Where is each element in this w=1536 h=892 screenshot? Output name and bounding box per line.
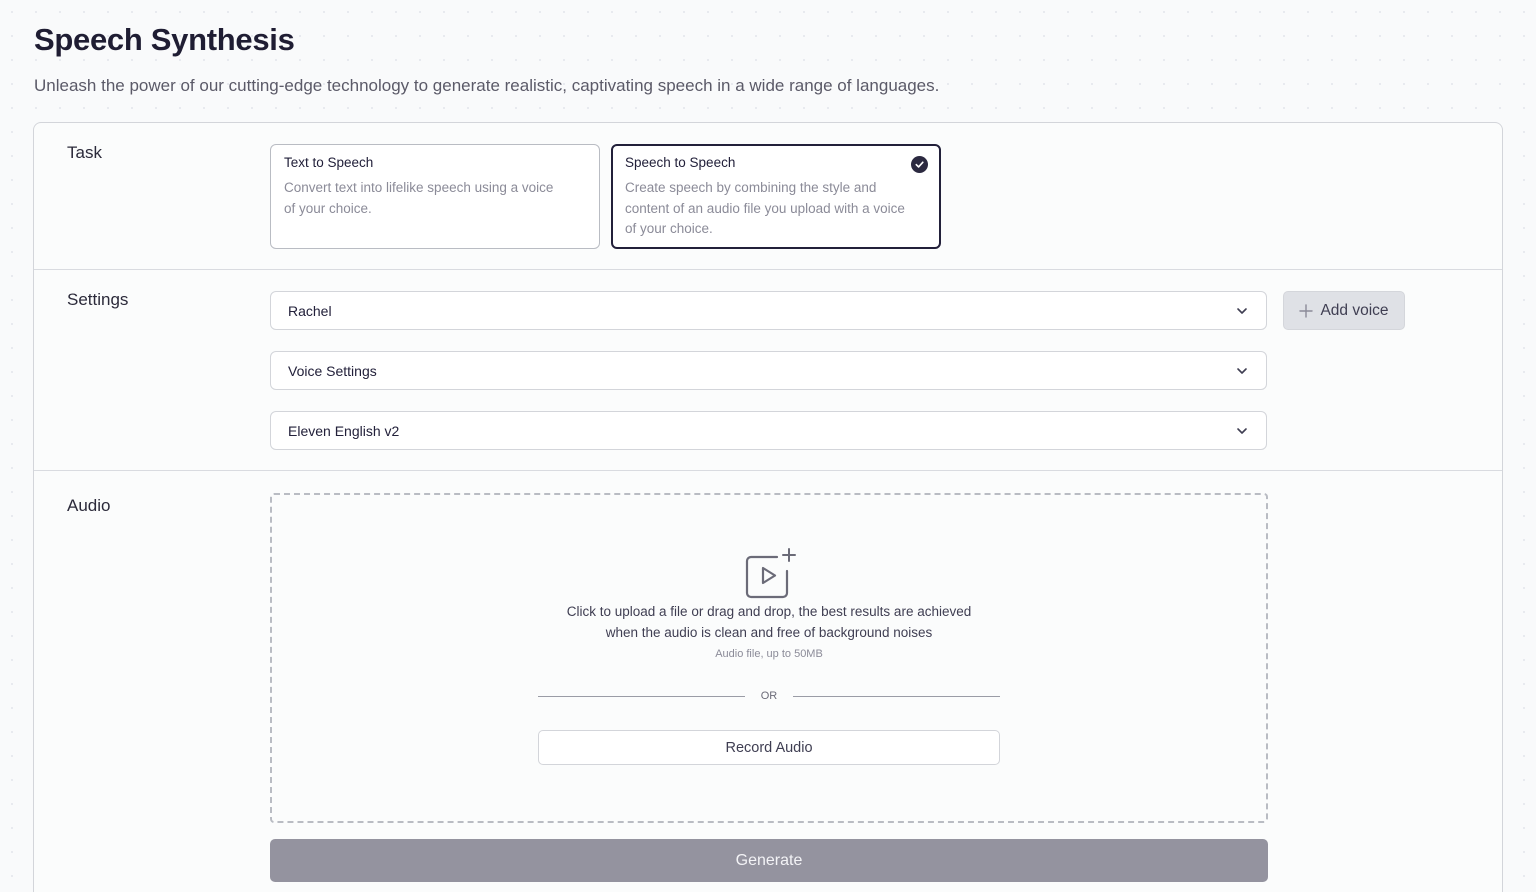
model-select[interactable]: Eleven English v2 [270, 411, 1267, 450]
voice-select[interactable]: Rachel [270, 291, 1267, 330]
page: Speech Synthesis Unleash the power of ou… [0, 0, 1536, 892]
or-separator: OR [538, 689, 1000, 703]
upload-hint: Audio file, up to 50MB [715, 648, 823, 660]
settings-section: Settings Rachel Add voice Voice Settings… [34, 270, 1502, 470]
upload-instructions-line: Click to upload a file or drag and drop,… [566, 604, 972, 619]
synthesis-panel: Task Text to Speech Convert text into li… [33, 122, 1503, 892]
plus-icon [1299, 303, 1314, 318]
settings-section-label: Settings [67, 290, 129, 309]
upload-instructions-line: when the audio is clean and free of back… [605, 625, 933, 640]
page-title: Speech Synthesis [34, 22, 295, 57]
add-voice-button[interactable]: Add voice [1283, 291, 1405, 330]
check-circle-icon [911, 156, 928, 173]
upload-instructions: Click to upload a file or drag and drop,… [272, 601, 1266, 643]
task-option-title: Speech to Speech [625, 155, 736, 170]
or-text: OR [760, 690, 778, 702]
audio-section-label: Audio [67, 496, 111, 515]
model-select-value: Eleven English v2 [288, 422, 400, 439]
add-voice-label: Add voice [1320, 301, 1389, 319]
page-subtitle: Unleash the power of our cutting-edge te… [34, 76, 940, 95]
generate-button[interactable]: Generate [270, 839, 1268, 882]
task-option-title: Text to Speech [284, 155, 374, 170]
task-option-text-to-speech[interactable]: Text to Speech Convert text into lifelik… [270, 144, 600, 249]
chevron-down-icon [1237, 367, 1247, 374]
voice-settings-select[interactable]: Voice Settings [270, 351, 1267, 390]
separator-line [538, 695, 745, 697]
video-file-plus-icon [745, 548, 796, 599]
task-option-description: Convert text into lifelike speech using … [284, 180, 554, 216]
chevron-down-icon [1237, 427, 1247, 434]
record-audio-button[interactable]: Record Audio [538, 730, 1000, 765]
voice-settings-value: Voice Settings [288, 362, 377, 379]
task-option-description: Create speech by combining the style and… [625, 180, 905, 236]
voice-select-value: Rachel [288, 302, 332, 319]
audio-upload-dropzone[interactable]: Click to upload a file or drag and drop,… [270, 493, 1268, 823]
section-divider [34, 470, 1502, 471]
task-section: Task Text to Speech Convert text into li… [34, 123, 1502, 270]
chevron-down-icon [1237, 307, 1247, 314]
separator-line [793, 695, 1000, 697]
task-option-speech-to-speech[interactable]: Speech to Speech Create speech by combin… [611, 144, 941, 249]
task-section-label: Task [67, 143, 102, 162]
